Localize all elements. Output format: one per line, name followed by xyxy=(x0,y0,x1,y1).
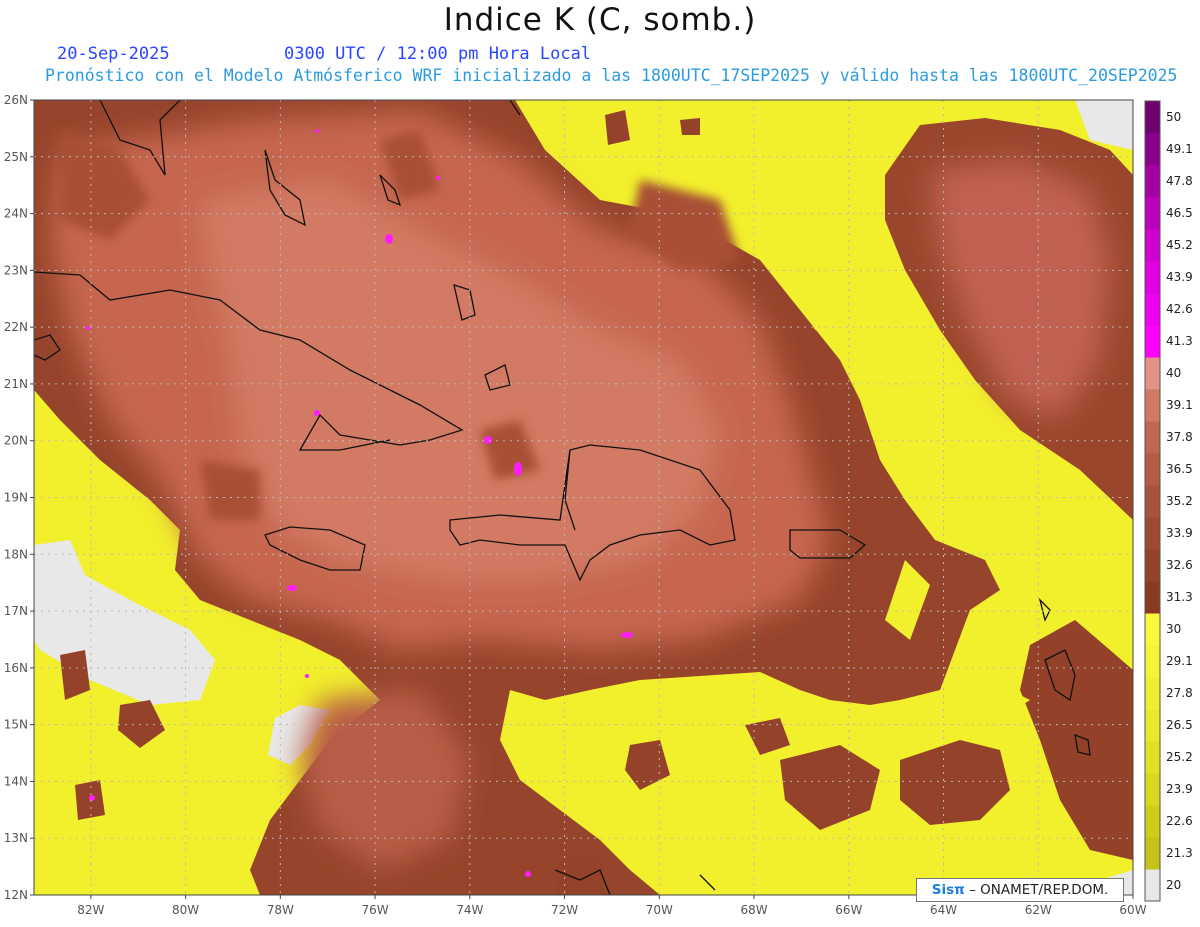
colorbar-label: 47.8 xyxy=(1166,174,1193,188)
x-tick-label: 80W xyxy=(172,903,199,917)
colorbar-label: 49.1 xyxy=(1166,142,1193,156)
colorbar-label: 25.2 xyxy=(1166,750,1193,764)
k-index-field xyxy=(34,100,1133,895)
colorbar-label: 40 xyxy=(1166,366,1181,380)
y-tick-label: 12N xyxy=(4,888,28,902)
colorbar-segment xyxy=(1145,261,1160,294)
y-tick-label: 16N xyxy=(4,661,28,675)
y-tick-label: 19N xyxy=(4,491,28,505)
y-tick-label: 23N xyxy=(4,263,28,277)
colorbar-segment xyxy=(1145,805,1160,838)
y-tick-label: 18N xyxy=(4,547,28,561)
colorbar-label: 30 xyxy=(1166,622,1181,636)
y-tick-label: 13N xyxy=(4,831,28,845)
colorbar-segment xyxy=(1145,101,1160,134)
colorbar-label: 20 xyxy=(1166,878,1181,892)
colorbar-label: 26.5 xyxy=(1166,718,1193,732)
colorbar-segment xyxy=(1145,549,1160,582)
colorbar-label: 36.5 xyxy=(1166,462,1193,476)
x-tick-label: 70W xyxy=(646,903,673,917)
colorbar-label: 42.6 xyxy=(1166,302,1193,316)
colorbar-segment xyxy=(1145,421,1160,454)
y-tick-label: 15N xyxy=(4,718,28,732)
colorbar-label: 46.5 xyxy=(1166,206,1193,220)
colorbar-label: 37.8 xyxy=(1166,430,1193,444)
x-tick-label: 64W xyxy=(930,903,957,917)
colorbar-label: 23.9 xyxy=(1166,782,1193,796)
colorbar-segment xyxy=(1145,165,1160,198)
x-tick-label: 72W xyxy=(551,903,578,917)
colorbar-segment xyxy=(1145,229,1160,262)
k-index-map: 82W 80W 78W 76W 74W 72W 70W 68W 66W 64W 62W 60W 12N 1… xyxy=(4,93,1193,917)
colorbar-label: 39.1 xyxy=(1166,398,1193,412)
colorbar-segment xyxy=(1145,613,1160,646)
colorbar-segment xyxy=(1145,293,1160,326)
colorbar-label: 50 xyxy=(1166,110,1181,124)
colorbar-segment xyxy=(1145,133,1160,166)
y-tick-label: 22N xyxy=(4,320,28,334)
x-tick-label: 66W xyxy=(835,903,862,917)
colorbar-segment xyxy=(1145,325,1160,358)
colorbar-segment xyxy=(1145,677,1160,710)
colorbar-label: 21.3 xyxy=(1166,846,1193,860)
x-tick-label: 76W xyxy=(361,903,388,917)
y-tick-label: 25N xyxy=(4,150,28,164)
y-tick-label: 21N xyxy=(4,377,28,391)
y-tick-label: 20N xyxy=(4,434,28,448)
colorbar-label: 32.6 xyxy=(1166,558,1193,572)
x-tick-label: 60W xyxy=(1119,903,1146,917)
colorbar-label: 27.8 xyxy=(1166,686,1193,700)
colorbar-segment xyxy=(1145,485,1160,518)
x-tick-label: 74W xyxy=(456,903,483,917)
colorbar-segment xyxy=(1145,517,1160,550)
x-tick-label: 62W xyxy=(1025,903,1052,917)
colorbar-label: 31.3 xyxy=(1166,590,1193,604)
colorbar-segment xyxy=(1145,357,1160,390)
colorbar-segment xyxy=(1145,709,1160,742)
colorbar-label: 41.3 xyxy=(1166,334,1193,348)
y-tick-label: 14N xyxy=(4,774,28,788)
colorbar-label: 43.9 xyxy=(1166,270,1193,284)
colorbar-label: 33.9 xyxy=(1166,526,1193,540)
colorbar-label: 45.2 xyxy=(1166,238,1193,252)
y-tick-label: 24N xyxy=(4,207,28,221)
credit-box: Sisπ – ONAMET/REP.DOM. xyxy=(916,878,1124,902)
colorbar-segment xyxy=(1145,389,1160,422)
colorbar-label: 29.1 xyxy=(1166,654,1193,668)
x-tick-label: 82W xyxy=(77,903,104,917)
colorbar-segment xyxy=(1145,581,1160,614)
colorbar-segment xyxy=(1145,869,1160,902)
y-tick-label: 17N xyxy=(4,604,28,618)
y-tick-label: 26N xyxy=(4,93,28,107)
colorbar-segment xyxy=(1145,773,1160,806)
colorbar-segment xyxy=(1145,197,1160,230)
colorbar-segment xyxy=(1145,741,1160,774)
x-tick-label: 68W xyxy=(740,903,767,917)
colorbar-segment xyxy=(1145,837,1160,870)
colorbar-label: 35.2 xyxy=(1166,494,1193,508)
colorbar: 20 21.3 22.6 23.9 25.2 26.5 27.8 29.1 30 31.3 32.6… xyxy=(1144,100,1193,902)
credit-text: – ONAMET/REP.DOM. xyxy=(969,882,1109,898)
x-tick-label: 78W xyxy=(267,903,294,917)
credit-brand: Sisπ xyxy=(931,882,965,898)
colorbar-segment xyxy=(1145,645,1160,678)
colorbar-segment xyxy=(1145,453,1160,486)
colorbar-label: 22.6 xyxy=(1166,814,1193,828)
